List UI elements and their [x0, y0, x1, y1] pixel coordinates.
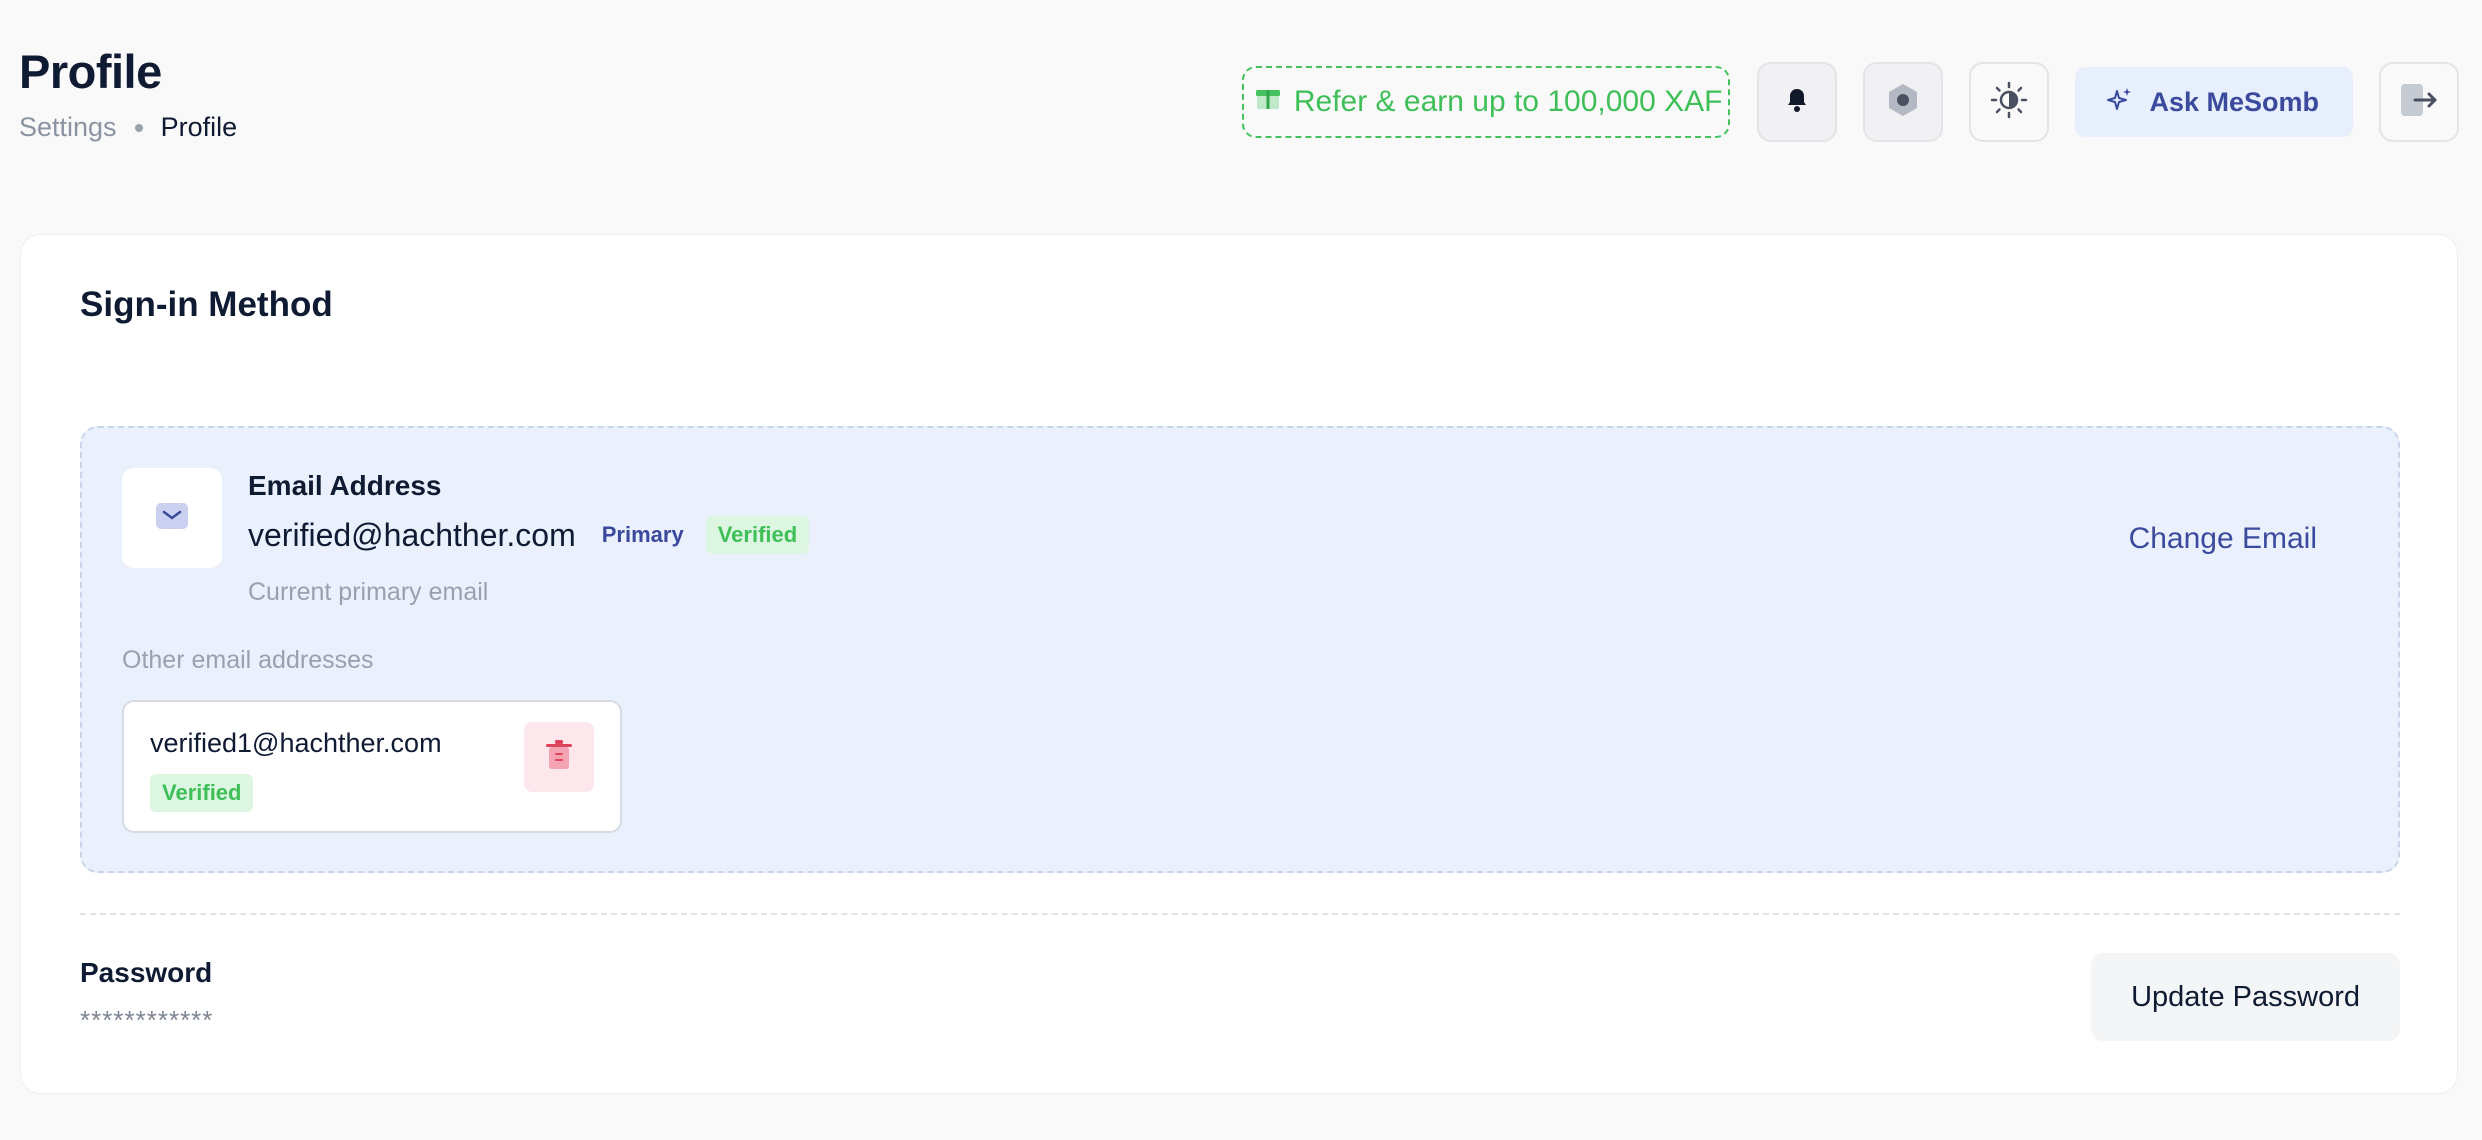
primary-email: verified@hachther.com [248, 516, 576, 553]
notifications-button[interactable] [1757, 62, 1838, 142]
gift-icon [1254, 84, 1282, 120]
hexagon-icon [1885, 82, 1921, 123]
delete-email-button[interactable] [524, 722, 594, 792]
ask-mesomb-button[interactable]: Ask MeSomb [2075, 67, 2353, 137]
trash-icon [544, 738, 574, 777]
profile-page: Profile Settings Profile Refer & earn up… [0, 0, 2482, 1140]
sparkle-icon [2105, 85, 2133, 120]
breadcrumb-current: Profile [160, 112, 238, 142]
breadcrumb-settings[interactable]: Settings [19, 112, 117, 143]
change-email-button[interactable]: Change Email [2129, 522, 2317, 556]
referral-label: Refer & earn up to 100,000 XAF [1293, 85, 1723, 118]
card-title: Sign-in Method [80, 285, 333, 324]
password-label: Password [80, 957, 213, 988]
header-actions: Refer & earn up to 100,000 XAF Ask MeSom… [1241, 62, 2459, 142]
other-email-item: verified1@hachther.com Verified [122, 700, 622, 833]
primary-badge: Primary [601, 522, 684, 547]
verified-badge: Verified [705, 516, 810, 554]
breadcrumb-separator [134, 123, 143, 132]
section-divider [80, 913, 2400, 915]
logout-icon [2397, 80, 2441, 125]
email-heading: Email Address [248, 470, 442, 501]
other-email-address: verified1@hachther.com [150, 728, 442, 758]
mail-tile [122, 468, 222, 568]
theme-toggle-button[interactable] [1969, 62, 2050, 142]
sign-in-method-card: Sign-in Method Email Address verified@ha… [20, 234, 2458, 1094]
email-caption: Current primary email [248, 578, 489, 606]
password-mask: ************ [80, 1005, 214, 1035]
bell-icon [1785, 87, 1809, 118]
primary-email-row: verified@hachther.com Primary Verified [248, 516, 810, 554]
update-password-button[interactable]: Update Password [2091, 953, 2400, 1041]
breadcrumb: Settings Profile [19, 112, 237, 143]
theme-toggle-icon [1989, 80, 2029, 125]
email-panel: Email Address verified@hachther.com Prim… [80, 426, 2400, 873]
referral-banner[interactable]: Refer & earn up to 100,000 XAF [1241, 66, 1731, 138]
ask-mesomb-label: Ask MeSomb [2149, 86, 2319, 117]
logout-button[interactable] [2379, 62, 2459, 142]
other-email-verified-badge: Verified [150, 774, 254, 812]
page-title: Profile [19, 45, 162, 98]
settings-button[interactable] [1863, 62, 1944, 142]
other-emails-label: Other email addresses [122, 646, 374, 674]
mail-icon [155, 502, 189, 535]
